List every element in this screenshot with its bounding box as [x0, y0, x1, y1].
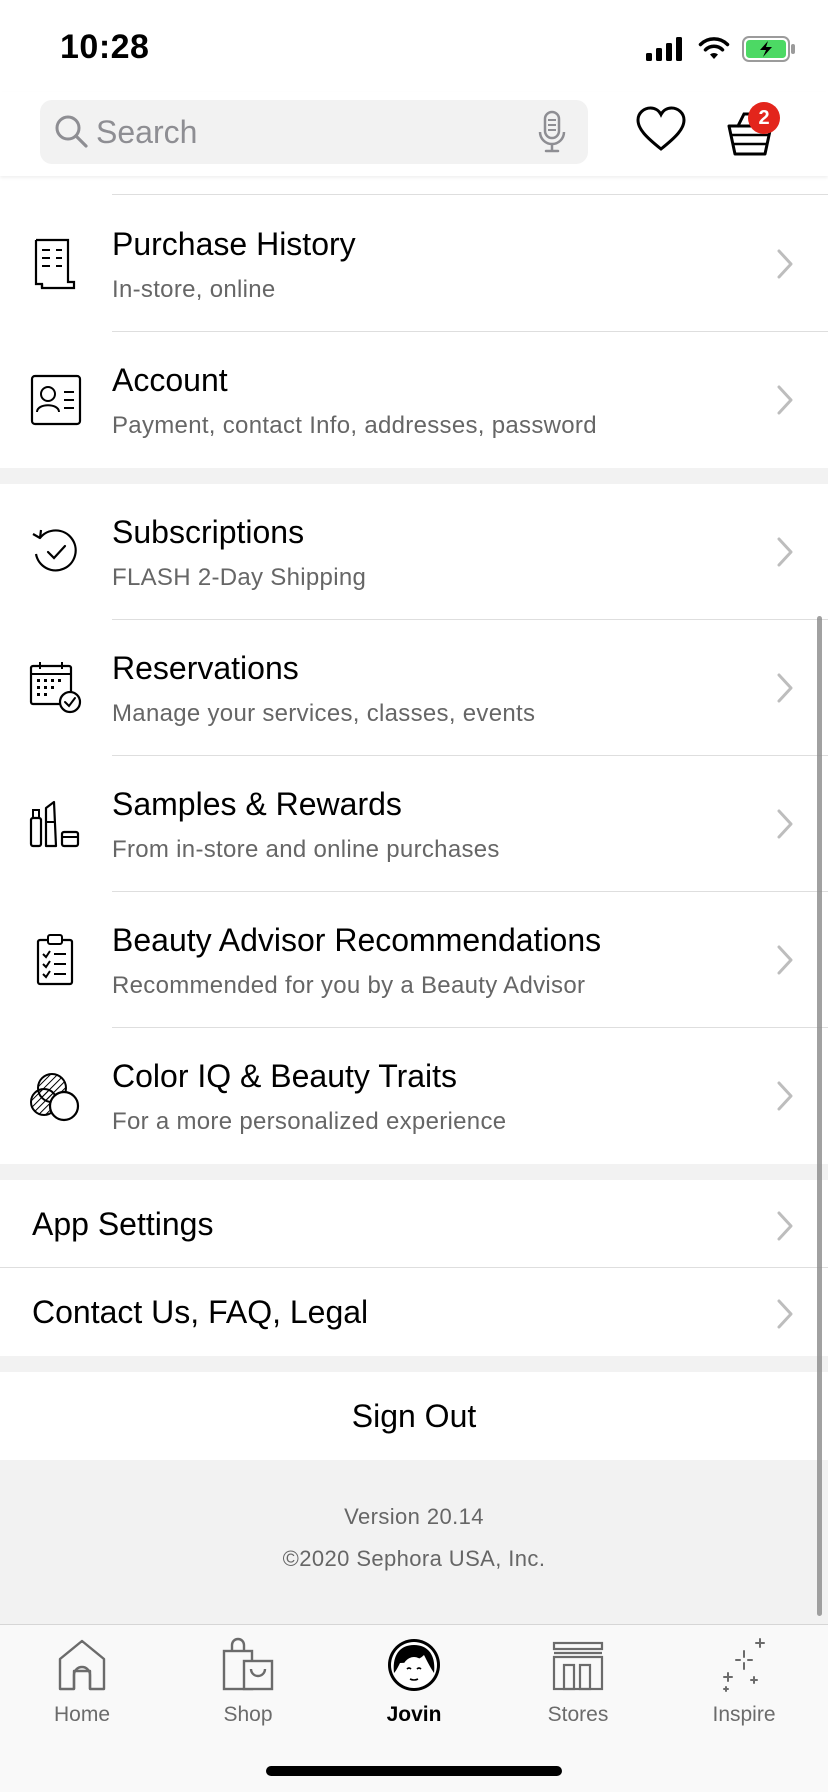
chevron-right-icon: [777, 1081, 793, 1111]
section-gap: [0, 1164, 828, 1180]
menu-row-subtitle: In-store, online: [112, 276, 276, 303]
app-settings-row[interactable]: App Settings: [0, 1180, 828, 1268]
menu-row-subtitle: From in-store and online purchases: [112, 836, 500, 863]
menu-row-subtitle: FLASH 2-Day Shipping: [112, 564, 367, 591]
top-header: 2: [0, 92, 828, 176]
receipt-icon: [34, 238, 76, 290]
chevron-right-icon: [777, 673, 793, 703]
menu-row-title: Reservations: [112, 650, 299, 686]
id-card-icon: [30, 374, 82, 426]
status-icons: [646, 36, 796, 62]
status-bar: 10:28: [0, 0, 828, 92]
status-time: 10:28: [60, 28, 150, 66]
tab-stores[interactable]: Stores: [508, 1637, 648, 1737]
basket-count-badge: 2: [748, 102, 780, 134]
menu-row-subtitle: For a more personalized experience: [112, 1108, 507, 1135]
tab-shop[interactable]: Shop: [178, 1637, 318, 1737]
refresh-check-icon: [32, 529, 77, 572]
contact-faq-legal-row[interactable]: Contact Us, FAQ, Legal: [0, 1268, 828, 1356]
basket-button[interactable]: 2: [726, 102, 786, 158]
version-text: Version 20.14: [344, 1504, 484, 1529]
menu-row-title: Color IQ & Beauty Traits: [112, 1058, 458, 1094]
sign-out-button[interactable]: Sign Out: [0, 1372, 828, 1460]
calendar-check-icon: [29, 662, 82, 714]
shopping-bag-icon: [222, 1637, 274, 1691]
chevron-right-icon: [777, 1299, 793, 1329]
menu-row-purchase-history[interactable]: Purchase History In-store, online: [0, 196, 828, 332]
menu-row-color-iq[interactable]: Color IQ & Beauty Traits For a more pers…: [0, 1028, 828, 1164]
section-gap: [0, 468, 828, 484]
signal-icon: [646, 37, 682, 61]
section-gap: [0, 1356, 828, 1372]
menu-row-account[interactable]: Account Payment, contact Info, addresses…: [0, 332, 828, 468]
clipboard-icon: [36, 934, 74, 986]
menu-row-title: Account: [112, 362, 228, 398]
tab-profile[interactable]: Jovin: [344, 1637, 484, 1737]
menu-row-subtitle: Recommended for you by a Beauty Advisor: [112, 972, 586, 999]
chevron-right-icon: [777, 537, 793, 567]
menu-row-title: Purchase History: [112, 226, 356, 262]
store-icon: [552, 1641, 604, 1691]
chevron-right-icon: [777, 249, 793, 279]
menu-row-subtitle: Manage your services, classes, events: [112, 700, 536, 727]
scrollbar[interactable]: [817, 616, 822, 1616]
search-bar[interactable]: [40, 100, 588, 164]
divider: [112, 194, 828, 195]
account-screen: 10:28 Search 2 Purchase History In-store…: [0, 0, 828, 1792]
menu-row-beauty-advisor[interactable]: Beauty Advisor Recommendations Recommend…: [0, 892, 828, 1028]
sparkle-icon: [723, 1638, 765, 1692]
menu-row-reservations[interactable]: Reservations Manage your services, class…: [0, 620, 828, 756]
chevron-right-icon: [777, 1211, 793, 1241]
tab-label: Home: [53, 1703, 111, 1726]
microphone-icon[interactable]: [538, 110, 566, 154]
tab-label: Stores: [547, 1703, 609, 1726]
menu-row-subtitle: Payment, contact Info, addresses, passwo…: [112, 412, 597, 439]
tab-home[interactable]: Home: [12, 1637, 152, 1737]
menu-row-title: Subscriptions: [112, 514, 305, 550]
tab-inspire[interactable]: Inspire: [674, 1637, 814, 1737]
loves-heart-icon[interactable]: [636, 106, 686, 152]
color-swatch-icon: [30, 1073, 80, 1122]
search-icon: [55, 115, 88, 148]
tab-label: Inspire: [712, 1703, 776, 1726]
chevron-right-icon: [777, 809, 793, 839]
chevron-right-icon: [777, 945, 793, 975]
search-input[interactable]: [96, 100, 516, 164]
menu-row-title: Samples & Rewards: [112, 786, 402, 822]
menu-row-samples-rewards[interactable]: Samples & Rewards From in-store and onli…: [0, 756, 828, 892]
menu-row-title: Beauty Advisor Recommendations: [112, 922, 602, 958]
home-indicator: [266, 1766, 562, 1776]
wifi-icon: [698, 37, 730, 59]
menu-row-subscriptions[interactable]: Subscriptions FLASH 2-Day Shipping: [0, 484, 828, 620]
app-settings-label: App Settings: [32, 1206, 214, 1242]
avatar-icon: [388, 1639, 440, 1691]
tab-label: Shop: [223, 1703, 273, 1726]
copyright-text: ©2020 Sephora USA, Inc.: [282, 1546, 546, 1571]
app-footer: Version 20.14 ©2020 Sephora USA, Inc.: [0, 1460, 828, 1624]
home-icon: [58, 1639, 106, 1691]
tab-label: Jovin: [386, 1703, 442, 1726]
battery-icon: [742, 36, 795, 62]
contact-faq-legal-label: Contact Us, FAQ, Legal: [32, 1294, 369, 1330]
chevron-right-icon: [777, 385, 793, 415]
products-icon: [29, 800, 80, 848]
